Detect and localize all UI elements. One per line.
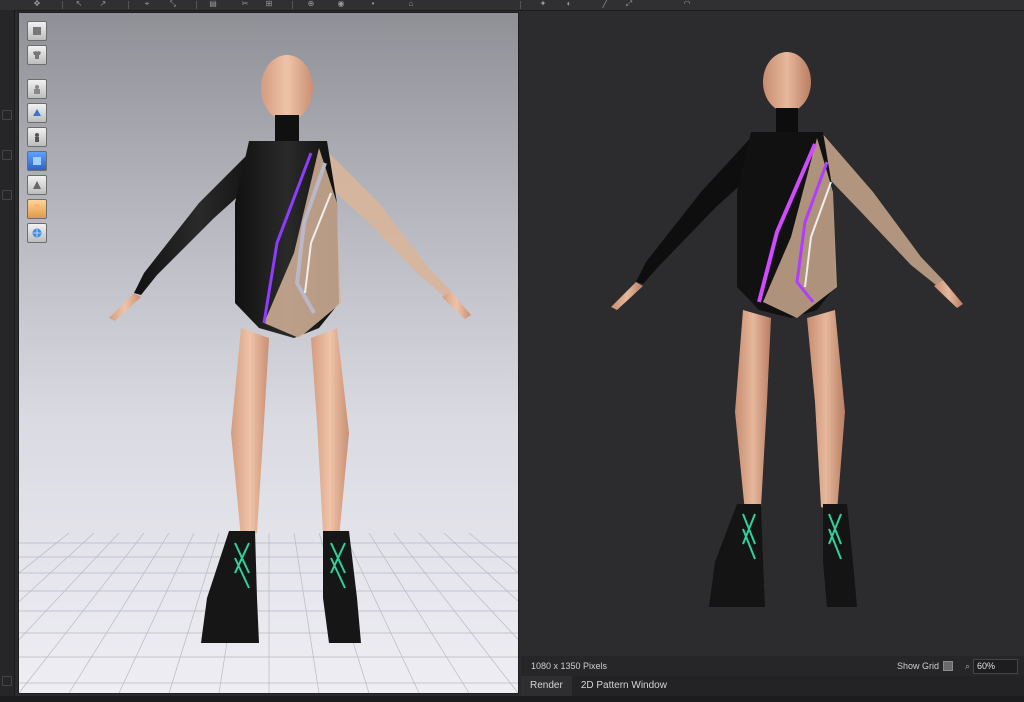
measure-icon[interactable]: ▤: [206, 0, 220, 8]
bottom-tab-bar: Render 2D Pattern Window: [521, 676, 1024, 696]
avatar-3d-model[interactable]: [79, 53, 479, 663]
shirt-icon[interactable]: ◐: [562, 0, 576, 8]
avatar-icon[interactable]: ◉: [334, 0, 348, 8]
toolbar-separator: [520, 1, 521, 9]
zoom-input[interactable]: 60%: [973, 658, 1019, 674]
move-icon[interactable]: ↖: [72, 0, 86, 8]
render-preview-panel[interactable]: 1080 x 1350 Pixels Show Grid ⌕ 60%: [521, 12, 1024, 676]
xray-icon[interactable]: [27, 127, 47, 147]
texture-icon[interactable]: [27, 151, 47, 171]
show-grid-checkbox[interactable]: [943, 661, 954, 671]
toolbar-separator: [292, 1, 293, 9]
show-garment-icon[interactable]: [27, 103, 47, 123]
window-bottom-edge: [0, 696, 1024, 702]
collapse-handle[interactable]: [2, 190, 12, 200]
collapse-handle[interactable]: [2, 150, 12, 160]
collapse-handle[interactable]: [2, 676, 12, 686]
tab-2d-pattern-window[interactable]: 2D Pattern Window: [572, 676, 676, 696]
arrange-icon[interactable]: ⊕: [304, 0, 318, 8]
select-icon[interactable]: ✥: [30, 0, 44, 8]
garment-display-icon[interactable]: [27, 45, 47, 65]
sew-icon[interactable]: ✂: [238, 0, 252, 8]
avatar-display-icon[interactable]: [27, 21, 47, 41]
toolbar-separator: [128, 1, 129, 9]
render-status-bar: 1080 x 1350 Pixels Show Grid ⌕ 60%: [521, 656, 1024, 676]
zoom-magnifier-icon: ⌕: [965, 661, 971, 671]
select-icon[interactable]: ◠: [680, 0, 694, 8]
toolbar-separator: [62, 1, 63, 9]
brush-icon[interactable]: ╱: [598, 0, 612, 8]
render-resolution: 1080 x 1350 Pixels: [531, 661, 608, 671]
show-avatar-icon[interactable]: [27, 79, 47, 99]
pin-icon[interactable]: ⌖: [140, 0, 154, 8]
collapse-handle[interactable]: [2, 110, 12, 120]
zoom-control: ⌕ 60%: [965, 656, 1019, 676]
rendered-avatar-image: [611, 52, 963, 607]
top-toolbar: ✥ ↖ ↗ ⌖ ⤡ ▤ ✂ ⊞ ⊕ ◉ • ⌂ ✦ ◐ ╱ ⤢ ◠: [0, 0, 1024, 11]
tab-render[interactable]: Render: [521, 676, 572, 696]
environment-icon[interactable]: [27, 223, 47, 243]
toolbar-separator: [196, 1, 197, 9]
move-icon[interactable]: ⤢: [622, 0, 636, 8]
point-icon[interactable]: •: [366, 0, 380, 8]
show-grid-control[interactable]: Show Grid: [897, 656, 954, 676]
viewport-3d[interactable]: [18, 12, 519, 694]
sew-icon[interactable]: ⊞: [262, 0, 276, 8]
skin-icon[interactable]: [27, 199, 47, 219]
fold-icon[interactable]: ⤡: [166, 0, 180, 8]
left-side-strip: [0, 10, 15, 702]
shirt-icon[interactable]: ✦: [536, 0, 550, 8]
show-grid-label: Show Grid: [897, 661, 940, 671]
fabric-icon[interactable]: [27, 175, 47, 195]
brush-icon[interactable]: ↗: [96, 0, 110, 8]
hanger-icon[interactable]: ⌂: [404, 0, 418, 8]
viewport-tool-column: [27, 21, 47, 247]
